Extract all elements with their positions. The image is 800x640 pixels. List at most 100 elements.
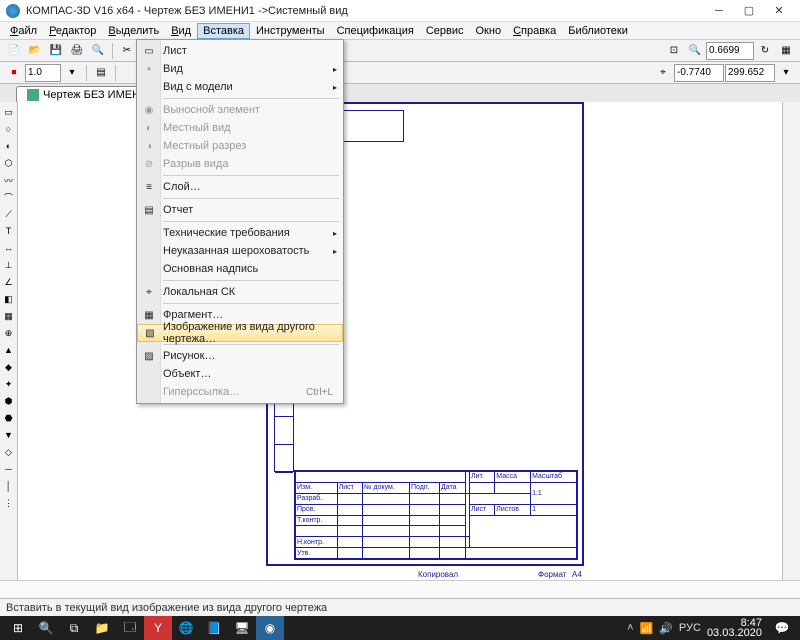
menu-файл[interactable]: Файл: [4, 23, 43, 39]
menu-item-label: Фрагмент…: [163, 309, 223, 321]
menu-item-label: Местный вид: [163, 122, 231, 134]
menu-item-label: Слой…: [163, 181, 201, 193]
tray-network-icon[interactable]: 📶: [640, 622, 654, 635]
menu-спецификация[interactable]: Спецификация: [331, 23, 420, 39]
palette-tool-11[interactable]: ◧: [1, 291, 17, 307]
menu-item[interactable]: Вид с модели▸: [137, 78, 343, 96]
tb-app-2[interactable]: 🗔: [116, 616, 144, 640]
tb-app-1[interactable]: 📁: [88, 616, 116, 640]
drawing-canvas[interactable]: Лит.МассаМасштаб Изм.Лист№ докум.Подп.Да…: [18, 102, 782, 580]
menu-вставка[interactable]: Вставка: [197, 23, 250, 39]
new-button[interactable]: 📄: [4, 41, 24, 61]
toolbar-secondary: ⏹ ▾ ▤ ⌖ ▾: [0, 62, 800, 84]
tb-app-kompas[interactable]: ◉: [256, 616, 284, 640]
menu-item: Гиперссылка…Ctrl+L: [137, 383, 343, 401]
menu-item[interactable]: ▭Лист: [137, 42, 343, 60]
menubar: ФайлРедакторВыделитьВидВставкаИнструмент…: [0, 22, 800, 40]
palette-tool-16[interactable]: ✦: [1, 376, 17, 392]
tb-app-6[interactable]: 🖥: [228, 616, 256, 640]
menu-сервис[interactable]: Сервис: [420, 23, 470, 39]
preview-button[interactable]: 🔍: [88, 41, 108, 61]
start-button[interactable]: ⊞: [4, 616, 32, 640]
tray-lang[interactable]: РУС: [679, 622, 701, 634]
taskbar-clock[interactable]: 8:47 03.03.2020: [701, 618, 768, 638]
print-button[interactable]: 🖨: [67, 41, 87, 61]
scale-input[interactable]: [25, 64, 61, 82]
taskview-button[interactable]: ⧉: [60, 616, 88, 640]
tb-app-4[interactable]: 🌐: [172, 616, 200, 640]
notifications-button[interactable]: 💬: [768, 616, 796, 640]
palette-tool-23[interactable]: ⋮: [1, 495, 17, 511]
tb-app-3[interactable]: Y: [144, 616, 172, 640]
palette-tool-22[interactable]: │: [1, 478, 17, 494]
tool-btn-a[interactable]: ▦: [776, 41, 796, 61]
snap-button[interactable]: ⌖: [653, 63, 673, 83]
palette-tool-20[interactable]: ◇: [1, 444, 17, 460]
menu-item[interactable]: Основная надпись: [137, 260, 343, 278]
palette-tool-19[interactable]: ▼: [1, 427, 17, 443]
menu-окно[interactable]: Окно: [470, 23, 508, 39]
zoom-fit-button[interactable]: ⊡: [664, 41, 684, 61]
menu-item[interactable]: ▫Вид▸: [137, 60, 343, 78]
refresh-button[interactable]: ↻: [755, 41, 775, 61]
palette-tool-12[interactable]: ▦: [1, 308, 17, 324]
palette-tool-1[interactable]: ○: [1, 121, 17, 137]
stop-button[interactable]: ⏹: [4, 63, 24, 83]
palette-tool-10[interactable]: ∠: [1, 274, 17, 290]
tray-chevron-icon[interactable]: ˄: [627, 622, 633, 634]
coord-x-input[interactable]: [674, 64, 724, 82]
menu-item[interactable]: Объект…: [137, 365, 343, 383]
palette-tool-15[interactable]: ◆: [1, 359, 17, 375]
maximize-button[interactable]: ▢: [734, 1, 764, 21]
search-button[interactable]: 🔍: [32, 616, 60, 640]
tray-volume-icon[interactable]: 🔊: [659, 622, 673, 635]
palette-tool-5[interactable]: ⌒: [1, 189, 17, 205]
palette-tool-7[interactable]: T: [1, 223, 17, 239]
tb-app-5[interactable]: 📘: [200, 616, 228, 640]
menu-редактор[interactable]: Редактор: [43, 23, 102, 39]
palette-tool-0[interactable]: ▭: [1, 104, 17, 120]
app-icon: [6, 4, 20, 18]
palette-tool-3[interactable]: ⬡: [1, 155, 17, 171]
palette-tool-2[interactable]: ◐: [1, 138, 17, 154]
cut-button[interactable]: ✂: [117, 41, 137, 61]
zoom-value-input[interactable]: [706, 42, 754, 60]
coord-btn[interactable]: ▾: [776, 63, 796, 83]
palette-tool-13[interactable]: ⊕: [1, 325, 17, 341]
minimize-button[interactable]: ─: [704, 1, 734, 21]
window-titlebar: КОМПАС-3D V16 x64 - Чертеж БЕЗ ИМЕНИ1 ->…: [0, 0, 800, 22]
palette-tool-14[interactable]: ▲: [1, 342, 17, 358]
palette-tool-17[interactable]: ⬢: [1, 393, 17, 409]
menu-item[interactable]: Неуказанная шероховатость▸: [137, 242, 343, 260]
system-tray[interactable]: ˄ 📶 🔊 РУС: [627, 622, 701, 635]
open-button[interactable]: 📂: [25, 41, 45, 61]
palette-tool-21[interactable]: ─: [1, 461, 17, 477]
menu-item-label: Лист: [163, 45, 187, 57]
palette-tool-6[interactable]: ⟋: [1, 206, 17, 222]
scale-dd[interactable]: ▾: [62, 63, 82, 83]
menu-справка[interactable]: Справка: [507, 23, 562, 39]
palette-tool-8[interactable]: ↔: [1, 240, 17, 256]
coord-y-input[interactable]: [725, 64, 775, 82]
menu-вид[interactable]: Вид: [165, 23, 197, 39]
menu-item[interactable]: ⌖Локальная СК: [137, 283, 343, 301]
menu-item[interactable]: Технические требования▸: [137, 224, 343, 242]
palette-tool-4[interactable]: 〰: [1, 172, 17, 188]
menu-item[interactable]: ▧Изображение из вида другого чертежа…: [137, 324, 343, 342]
save-button[interactable]: 💾: [46, 41, 66, 61]
palette-tool-9[interactable]: ⊥: [1, 257, 17, 273]
layer-button[interactable]: ▤: [91, 63, 111, 83]
menu-item[interactable]: ▨Рисунок…: [137, 347, 343, 365]
menu-item-icon: ▫: [141, 61, 157, 77]
format-value: A4: [572, 570, 582, 579]
menu-item[interactable]: ≡Слой…: [137, 178, 343, 196]
menu-item[interactable]: ▤Отчет: [137, 201, 343, 219]
copied-label: Копировал: [418, 570, 458, 579]
close-button[interactable]: ✕: [764, 1, 794, 21]
zoom-in-button[interactable]: 🔍: [685, 41, 705, 61]
menu-библиотеки[interactable]: Библиотеки: [562, 23, 634, 39]
menu-инструменты[interactable]: Инструменты: [250, 23, 331, 39]
menu-выделить[interactable]: Выделить: [102, 23, 165, 39]
palette-tool-18[interactable]: ⬣: [1, 410, 17, 426]
right-scrollbar[interactable]: [782, 102, 800, 580]
